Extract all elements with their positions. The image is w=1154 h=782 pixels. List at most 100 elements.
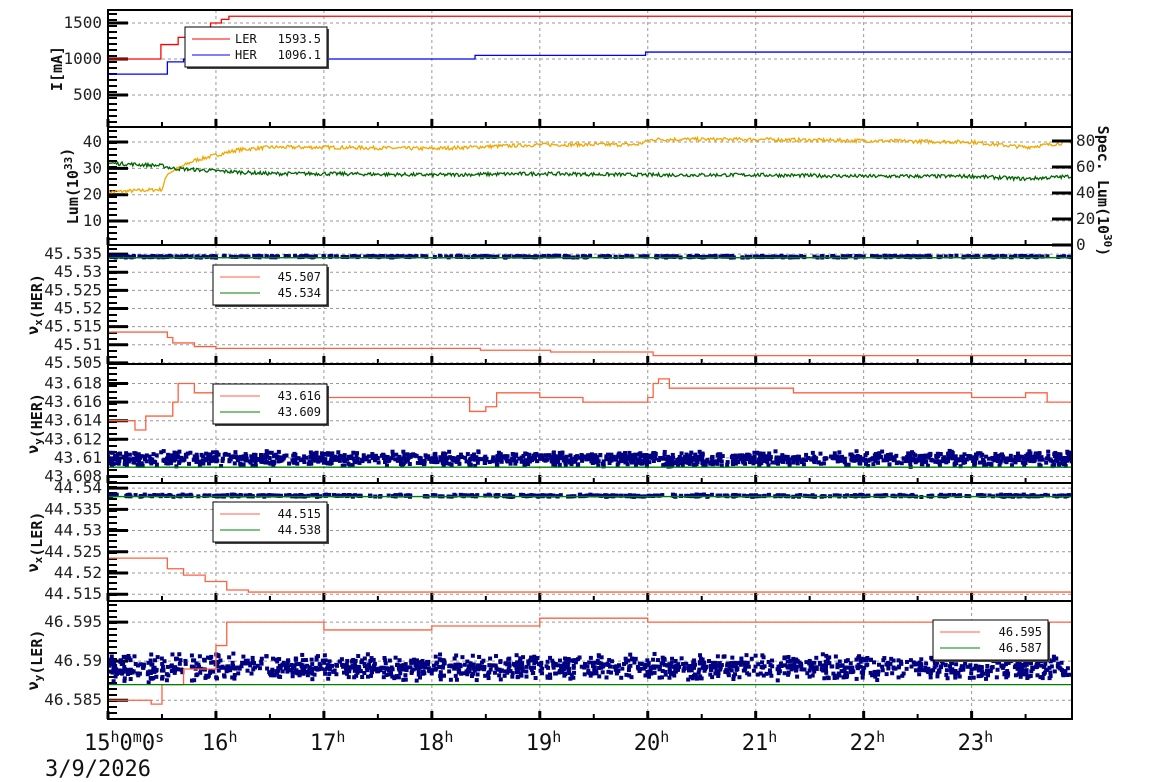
- scatter-point: [1052, 669, 1057, 674]
- scatter-point: [121, 654, 126, 659]
- scatter-point: [611, 454, 616, 459]
- scatter-point: [198, 459, 203, 464]
- scatter-point: [511, 662, 516, 667]
- scatter-point: [211, 669, 216, 674]
- scatter-point: [979, 453, 984, 458]
- scatter-point: [643, 673, 648, 678]
- scatter-point: [461, 493, 466, 498]
- scatter-point: [177, 661, 182, 666]
- scatter-point: [745, 452, 750, 457]
- scatter-point: [952, 461, 957, 466]
- scatter-point: [777, 669, 782, 674]
- right-y-tick-label: 60: [1076, 157, 1095, 176]
- scatter-point: [482, 460, 487, 465]
- y-tick-label: 43.614: [44, 411, 102, 430]
- scatter-point: [868, 657, 873, 662]
- scatter-point: [671, 460, 676, 465]
- scatter-point: [514, 653, 519, 658]
- scatter-point: [807, 668, 812, 673]
- scatter-series: [108, 253, 1072, 260]
- scatter-point: [701, 492, 706, 497]
- scatter-point: [904, 666, 909, 671]
- scatter-point: [205, 674, 210, 679]
- scatter-point: [710, 665, 715, 670]
- scatter-point: [132, 654, 137, 659]
- scatter-point: [370, 452, 375, 457]
- scatter-point: [858, 664, 863, 669]
- scatter-point: [833, 654, 838, 659]
- scatter-point: [751, 668, 756, 673]
- scatter-point: [865, 662, 870, 667]
- legend-value: 1096.1: [278, 48, 321, 62]
- scatter-point: [974, 454, 979, 459]
- scatter-point: [710, 675, 715, 680]
- x-axis-date: 3/9/2026: [45, 757, 151, 782]
- y-tick-label: 500: [73, 85, 102, 104]
- scatter-point: [749, 656, 754, 661]
- scatter-point: [185, 451, 190, 456]
- scatter-point: [498, 677, 503, 682]
- scatter-point: [389, 456, 394, 461]
- scatter-point: [460, 655, 465, 660]
- scatter-point: [268, 670, 273, 675]
- scatter-point: [278, 674, 283, 679]
- scatter-point: [211, 450, 216, 455]
- scatter-point: [655, 658, 660, 663]
- scatter-point: [1065, 451, 1070, 456]
- scatter-point: [170, 456, 175, 461]
- scatter-point: [989, 462, 994, 467]
- scatter-point: [123, 454, 128, 459]
- scatter-point: [1046, 449, 1051, 454]
- scatter-point: [882, 656, 887, 661]
- scatter-point: [216, 668, 221, 673]
- scatter-point: [996, 459, 1001, 464]
- scatter-point: [302, 667, 307, 672]
- scatter-point: [1049, 458, 1054, 463]
- scatter-point: [472, 453, 477, 458]
- y-tick-label: 46.595: [44, 612, 102, 631]
- y-axis-label-main: ν: [24, 445, 42, 454]
- scatter-point: [545, 659, 550, 664]
- scatter-point: [222, 673, 227, 678]
- scatter-point: [953, 673, 958, 678]
- scatter-point: [619, 255, 624, 260]
- scatter-point: [633, 462, 638, 467]
- scatter-point: [1054, 656, 1059, 661]
- x-tick-label: 22h: [850, 728, 886, 756]
- scatter-point: [758, 671, 763, 676]
- scatter-point: [582, 454, 587, 459]
- scatter-point: [825, 255, 830, 260]
- scatter-point: [368, 665, 373, 670]
- scatter-point: [710, 461, 715, 466]
- scatter-point: [954, 662, 959, 667]
- scatter-point: [753, 653, 758, 658]
- x-tick-label: 21h: [742, 728, 778, 756]
- scatter-point: [585, 664, 590, 669]
- scatter-point: [160, 664, 165, 669]
- scatter-point: [280, 669, 285, 674]
- scatter-point: [637, 661, 642, 666]
- scatter-point: [924, 661, 929, 666]
- scatter-point: [1045, 667, 1050, 672]
- scatter-point: [575, 454, 580, 459]
- scatter-point: [670, 656, 675, 661]
- scatter-point: [515, 670, 520, 675]
- scatter-point: [322, 667, 327, 672]
- scatter-point: [971, 675, 976, 680]
- scatter-point: [571, 663, 576, 668]
- scatter-point: [376, 460, 381, 465]
- scatter-point: [154, 453, 159, 458]
- scatter-point: [904, 458, 909, 463]
- legend: 45.507 45.534: [212, 264, 329, 307]
- scatter-point: [325, 461, 330, 466]
- scatter-point: [372, 661, 377, 666]
- scatter-point: [769, 658, 774, 663]
- scatter-point: [787, 461, 792, 466]
- scatter-point: [448, 677, 453, 682]
- scatter-point: [510, 456, 515, 461]
- y-tick-label: 45.515: [44, 317, 102, 336]
- scatter-point: [498, 660, 503, 665]
- scatter-point: [734, 665, 739, 670]
- scatter-point: [320, 658, 325, 663]
- scatter-point: [287, 461, 292, 466]
